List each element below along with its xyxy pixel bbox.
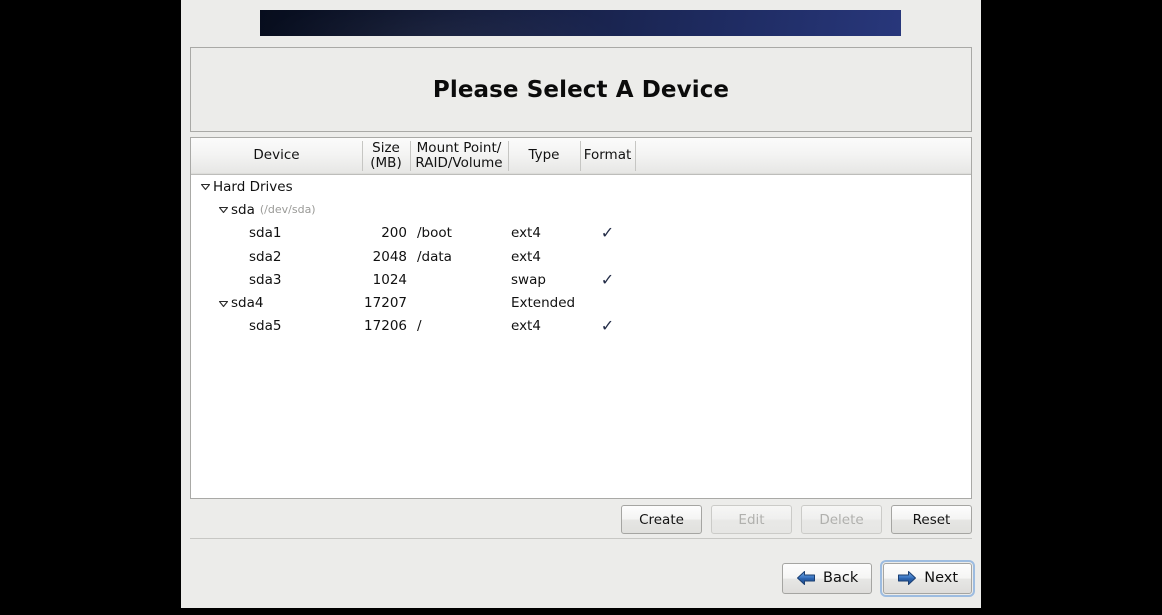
- cell-size: 1024: [372, 271, 407, 288]
- cell-size: 17206: [364, 318, 407, 335]
- cell-type: ext4: [511, 225, 541, 242]
- cell-size: 200: [381, 225, 407, 242]
- device-label: sda5: [249, 318, 282, 335]
- column-header-mount-line2: RAID/Volume: [415, 155, 503, 171]
- footer-divider: [190, 538, 972, 539]
- cell-type: Extended: [511, 295, 576, 312]
- device-label: Hard Drives: [213, 178, 293, 195]
- cell-type: ext4: [511, 248, 541, 265]
- banner-area: [181, 0, 981, 40]
- column-header-mount-point[interactable]: Mount Point/ RAID/Volume: [410, 138, 508, 174]
- create-button[interactable]: Create: [621, 505, 702, 534]
- arrow-left-icon: [796, 570, 816, 586]
- device-label: sda3: [249, 271, 282, 288]
- device-path-label: (/dev/sda): [259, 203, 316, 217]
- cell-type: ext4: [511, 318, 541, 335]
- table-row[interactable]: sda3 1024 swap ✓: [191, 268, 971, 291]
- device-label: sda2: [249, 248, 282, 265]
- cell-format-checkmark: ✓: [600, 223, 615, 243]
- device-table-body: Hard Drives sda (/dev/sda) sda1 200/boot ext4…: [191, 175, 971, 498]
- cell-mount-point: /boot: [417, 225, 452, 242]
- table-row[interactable]: sda4 17207 Extended: [191, 291, 971, 314]
- table-row[interactable]: sda (/dev/sda): [191, 198, 971, 221]
- device-label: sda4: [231, 295, 264, 312]
- delete-button: Delete: [801, 505, 882, 534]
- cell-device: sda4: [191, 295, 362, 311]
- back-button[interactable]: Back: [782, 562, 873, 594]
- cell-size: 17207: [364, 295, 407, 312]
- wizard-navigation: Back Next: [190, 559, 975, 597]
- cell-type: swap: [511, 271, 546, 288]
- cell-device: sda1: [191, 225, 362, 241]
- table-row[interactable]: sda5 17206 / ext4 ✓: [191, 315, 971, 338]
- next-button[interactable]: Next: [880, 559, 975, 597]
- back-button-label: Back: [823, 570, 859, 586]
- table-row[interactable]: Hard Drives: [191, 175, 971, 198]
- column-header-mount-line1: Mount Point/: [416, 139, 502, 156]
- column-header-format[interactable]: Format: [580, 138, 635, 174]
- column-header-device[interactable]: Device: [191, 138, 362, 174]
- device-label: sda: [231, 201, 255, 218]
- next-button-label: Next: [924, 570, 958, 586]
- column-header-size-line1: Size: [372, 139, 400, 156]
- chevron-down-icon[interactable]: [215, 298, 231, 309]
- chevron-down-icon[interactable]: [215, 204, 231, 215]
- table-row[interactable]: sda2 2048/data ext4: [191, 245, 971, 268]
- edit-button: Edit: [711, 505, 792, 534]
- cell-format-checkmark: ✓: [600, 269, 615, 289]
- title-panel: Please Select A Device: [190, 47, 972, 132]
- device-list-panel[interactable]: Device Size (MB) Mount Point/ RAID/Volum…: [190, 137, 972, 499]
- cell-mount-point: /: [417, 318, 422, 335]
- cell-mount-point: /data: [417, 248, 452, 265]
- reset-button[interactable]: Reset: [891, 505, 972, 534]
- installer-window: Please Select A Device Device Size (MB) …: [181, 0, 981, 608]
- cell-device: sda5: [191, 318, 362, 334]
- column-header-type[interactable]: Type: [508, 138, 580, 174]
- cell-device: sda2: [191, 249, 362, 265]
- arrow-right-icon: [897, 570, 917, 586]
- cell-device: sda (/dev/sda): [191, 202, 362, 218]
- cell-size: 2048: [372, 248, 407, 265]
- installer-banner: [260, 10, 901, 36]
- partition-actions-toolbar: Create Edit Delete Reset: [190, 505, 972, 534]
- device-label: sda1: [249, 225, 282, 242]
- page-title: Please Select A Device: [432, 76, 730, 103]
- cell-device: Hard Drives: [191, 179, 362, 195]
- column-header-size[interactable]: Size (MB): [362, 138, 410, 174]
- table-header-row: Device Size (MB) Mount Point/ RAID/Volum…: [191, 138, 971, 175]
- chevron-down-icon[interactable]: [197, 181, 213, 192]
- column-header-filler: [635, 138, 971, 174]
- column-header-size-line2: (MB): [370, 155, 402, 171]
- banner-sheen: [260, 10, 901, 36]
- cell-device: sda3: [191, 272, 362, 288]
- cell-format-checkmark: ✓: [600, 316, 615, 336]
- screen-letterbox: Please Select A Device Device Size (MB) …: [0, 0, 1162, 615]
- table-row[interactable]: sda1 200/boot ext4 ✓: [191, 222, 971, 245]
